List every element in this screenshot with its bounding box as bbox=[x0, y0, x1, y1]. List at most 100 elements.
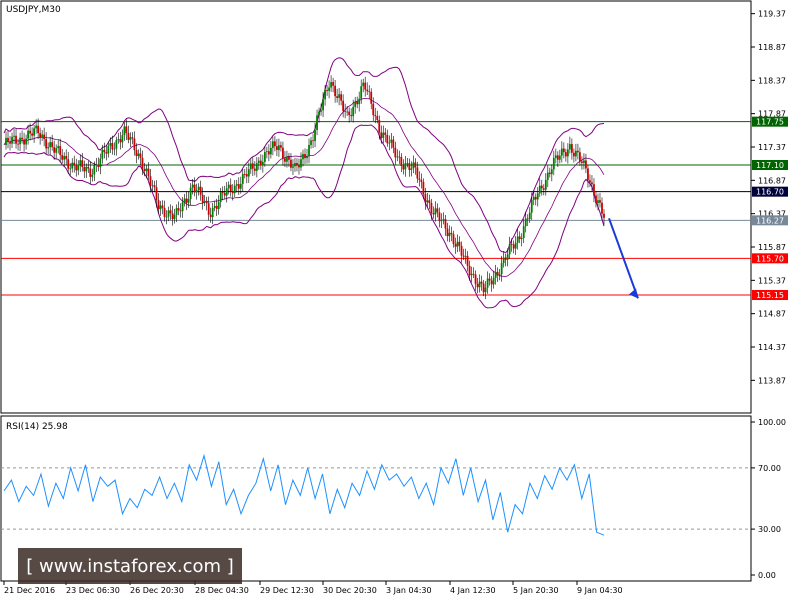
candle-body bbox=[17, 143, 19, 145]
candle-body bbox=[213, 205, 216, 208]
candle-body bbox=[366, 89, 369, 92]
candle-body bbox=[101, 149, 104, 159]
candle-body bbox=[460, 245, 463, 256]
candle-body bbox=[147, 168, 150, 177]
candle-body bbox=[97, 164, 100, 167]
candle-body bbox=[486, 278, 489, 288]
candle-body bbox=[135, 149, 138, 157]
candle-body bbox=[314, 129, 316, 141]
candle-body bbox=[434, 208, 437, 215]
candle-body bbox=[13, 135, 15, 137]
price-axis: 119.37118.87118.37117.87117.37116.87116.… bbox=[751, 10, 786, 385]
candle-body bbox=[53, 147, 56, 153]
candle-body bbox=[476, 283, 479, 288]
candle-body bbox=[530, 199, 533, 213]
candle-body bbox=[322, 99, 324, 111]
candle-body bbox=[23, 139, 25, 145]
candle-body bbox=[298, 165, 300, 168]
candle-body bbox=[177, 208, 180, 211]
candle-body bbox=[271, 141, 274, 148]
candle-body bbox=[69, 168, 72, 170]
candle-body bbox=[482, 283, 485, 293]
candle-body bbox=[288, 156, 290, 160]
candle-body bbox=[139, 153, 142, 158]
candle-body bbox=[454, 243, 457, 247]
candle-body bbox=[294, 163, 296, 167]
candle-body bbox=[601, 202, 603, 214]
candle-body bbox=[414, 162, 417, 168]
candle-body bbox=[472, 273, 475, 275]
candle-body bbox=[326, 89, 328, 91]
candle-body bbox=[231, 191, 234, 194]
candle-body bbox=[83, 167, 86, 172]
candle-body bbox=[320, 110, 322, 112]
candle-body bbox=[498, 274, 501, 276]
candle-body bbox=[115, 140, 118, 149]
candle-body bbox=[157, 200, 160, 210]
level-label: 116.27 bbox=[756, 216, 784, 225]
candle-body bbox=[43, 134, 46, 140]
candle-body bbox=[380, 132, 383, 138]
candle-body bbox=[468, 265, 471, 276]
candle-body bbox=[310, 140, 312, 145]
candle-body bbox=[141, 157, 144, 170]
candle-body bbox=[179, 210, 182, 212]
candle-body bbox=[568, 144, 571, 150]
candle-body bbox=[9, 141, 11, 144]
candle-body bbox=[113, 148, 116, 150]
candle-body bbox=[19, 137, 21, 145]
candle-body bbox=[159, 205, 162, 210]
candle-body bbox=[466, 255, 469, 266]
candle-body bbox=[107, 145, 110, 154]
candle-body bbox=[41, 134, 44, 138]
candle-body bbox=[245, 174, 248, 177]
candle-body bbox=[209, 214, 212, 218]
candle-body bbox=[259, 160, 262, 166]
candle-body bbox=[516, 236, 519, 243]
candle-body bbox=[71, 162, 74, 169]
candle-body bbox=[438, 212, 441, 222]
time-tick-label: 5 Jan 20:30 bbox=[513, 586, 559, 595]
candle-body bbox=[187, 198, 190, 203]
candle-body bbox=[444, 219, 447, 229]
candle-body bbox=[422, 181, 425, 195]
candle-body bbox=[400, 156, 403, 166]
candle-body bbox=[556, 155, 559, 160]
candle-body bbox=[237, 184, 240, 189]
candle-body bbox=[221, 192, 224, 194]
candle-body bbox=[195, 190, 198, 193]
candle-body bbox=[591, 182, 593, 185]
candle-body bbox=[123, 126, 126, 136]
candle-body bbox=[418, 178, 421, 180]
candle-body bbox=[193, 184, 196, 193]
candle-body bbox=[99, 158, 102, 167]
candle-body bbox=[7, 137, 9, 142]
candle-body bbox=[552, 157, 555, 170]
candle-body bbox=[442, 219, 445, 221]
candle-body bbox=[426, 200, 429, 203]
price-tick-label: 118.87 bbox=[758, 43, 786, 52]
candle-body bbox=[278, 145, 280, 150]
candle-body bbox=[416, 167, 419, 179]
candle-body bbox=[280, 145, 282, 148]
candle-body bbox=[73, 162, 76, 166]
candle-body bbox=[420, 179, 423, 182]
candle-body bbox=[33, 128, 36, 136]
candle-body bbox=[456, 241, 459, 247]
candle-body bbox=[119, 139, 122, 143]
candle-body bbox=[526, 218, 529, 220]
candle-body bbox=[348, 111, 351, 116]
candle-body bbox=[225, 188, 228, 196]
candle-body bbox=[448, 232, 451, 237]
rsi-panel-title: RSI(14) 25.98 bbox=[6, 422, 68, 432]
candle-body bbox=[490, 280, 493, 285]
time-tick-label: 9 Jan 04:30 bbox=[577, 586, 623, 595]
candle-body bbox=[597, 200, 599, 203]
candle-body bbox=[133, 138, 136, 150]
level-label: 117.75 bbox=[756, 118, 784, 127]
time-tick-label: 29 Dec 12:30 bbox=[260, 586, 314, 595]
candle-body bbox=[205, 200, 208, 204]
candle-body bbox=[302, 154, 304, 160]
candle-body bbox=[564, 152, 567, 157]
candle-body bbox=[432, 213, 435, 215]
